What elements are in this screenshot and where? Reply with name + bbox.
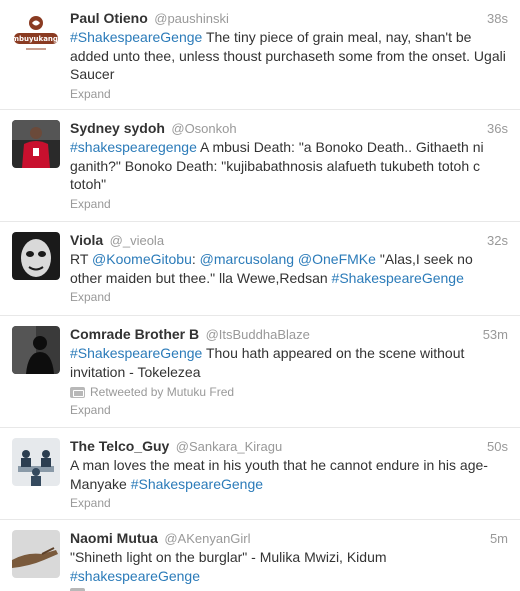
expand-link[interactable]: Expand xyxy=(70,196,508,212)
avatar-logo-text: mbuyukangi xyxy=(12,35,60,43)
tweet-text: #shakespearegenge A mbusi Death: "a Bono… xyxy=(70,138,508,194)
tweet-text-segment: "Shineth light on the burglar" - Mulika … xyxy=(70,549,387,565)
tweet-text: A man loves the meat in his youth that h… xyxy=(70,456,508,493)
tweet-timestamp[interactable]: 38s xyxy=(487,9,508,28)
tweet-timestamp[interactable]: 36s xyxy=(487,119,508,138)
hashtag-link[interactable]: #shakespearegenge xyxy=(70,139,197,155)
author-name[interactable]: Naomi Mutua xyxy=(70,530,158,546)
tweet-text: #ShakespeareGenge The tiny piece of grai… xyxy=(70,28,508,84)
tweet-timestamp[interactable]: 50s xyxy=(487,437,508,456)
expand-link[interactable]: Expand xyxy=(70,86,508,102)
author-handle[interactable]: @paushinski xyxy=(154,11,229,26)
tweet-text: "Shineth light on the burglar" - Mulika … xyxy=(70,548,508,585)
tweet-text: #ShakespeareGenge Thou hath appeared on … xyxy=(70,344,508,381)
logo-avatar-icon[interactable]: mbuyukangi xyxy=(12,10,60,58)
author-handle[interactable]: @Osonkoh xyxy=(171,121,236,136)
tweet-timestamp[interactable]: 53m xyxy=(483,325,508,344)
author-name[interactable]: Viola xyxy=(70,232,103,248)
tweet-item[interactable]: Naomi Mutua @AKenyanGirl 5m "Shineth lig… xyxy=(0,520,520,591)
tweet-item[interactable]: Viola @_vieola 32s RT @KoomeGitobu: @mar… xyxy=(0,222,520,316)
author-name[interactable]: The Telco_Guy xyxy=(70,438,169,454)
football-player-avatar-icon[interactable] xyxy=(12,120,60,168)
author-name[interactable]: Sydney sydoh xyxy=(70,120,165,136)
expand-link[interactable]: Expand xyxy=(70,402,508,418)
tweet-timestamp[interactable]: 32s xyxy=(487,231,508,250)
author-handle[interactable]: @_vieola xyxy=(110,233,164,248)
tweet-timestamp[interactable]: 5m xyxy=(490,529,508,548)
retweeted-by-label[interactable]: Retweeted by Mutuku Fred xyxy=(90,384,234,400)
expand-link[interactable]: Expand xyxy=(70,495,508,511)
tweet-item[interactable]: Sydney sydoh @Osonkoh 36s #shakespearege… xyxy=(0,110,520,222)
author-handle[interactable]: @ItsBuddhaBlaze xyxy=(206,327,310,342)
tweet-item[interactable]: Comrade Brother B @ItsBuddhaBlaze 53m #S… xyxy=(0,316,520,428)
hand-avatar-icon[interactable] xyxy=(12,530,60,578)
mention-link[interactable]: @marcusolang xyxy=(200,251,294,267)
tweet-text-segment: RT xyxy=(70,251,93,267)
author-handle[interactable]: @AKenyanGirl xyxy=(164,531,250,546)
mention-link[interactable]: @KoomeGitobu xyxy=(92,251,192,267)
tweet-item[interactable]: mbuyukangi Paul Otieno @paushinski 38s #… xyxy=(0,0,520,110)
masked-face-avatar-icon[interactable] xyxy=(12,232,60,280)
expand-link[interactable]: Expand xyxy=(70,289,508,305)
author-name[interactable]: Paul Otieno xyxy=(70,10,148,26)
hashtag-link[interactable]: #shakespeareGenge xyxy=(70,568,200,584)
hashtag-link[interactable]: #ShakespeareGenge xyxy=(70,29,202,45)
hashtag-link[interactable]: #ShakespeareGenge xyxy=(70,345,202,361)
hashtag-link[interactable]: #ShakespeareGenge xyxy=(131,476,263,492)
tweet-feed: mbuyukangi Paul Otieno @paushinski 38s #… xyxy=(0,0,520,591)
silhouette-avatar-icon[interactable] xyxy=(12,326,60,374)
mention-link[interactable]: @OneFMKe xyxy=(298,251,376,267)
meeting-avatar-icon[interactable] xyxy=(12,438,60,486)
author-handle[interactable]: @Sankara_Kiragu xyxy=(176,439,282,454)
hashtag-link[interactable]: #ShakespeareGenge xyxy=(332,270,464,286)
tweet-text-segment: : xyxy=(191,251,200,267)
author-name[interactable]: Comrade Brother B xyxy=(70,326,199,342)
retweet-context: Retweeted by Mutuku Fred xyxy=(70,384,508,400)
tweet-item[interactable]: The Telco_Guy @Sankara_Kiragu 50s A man … xyxy=(0,428,520,520)
tweet-text: RT @KoomeGitobu: @marcusolang @OneFMKe "… xyxy=(70,250,508,287)
retweet-icon xyxy=(70,386,85,398)
